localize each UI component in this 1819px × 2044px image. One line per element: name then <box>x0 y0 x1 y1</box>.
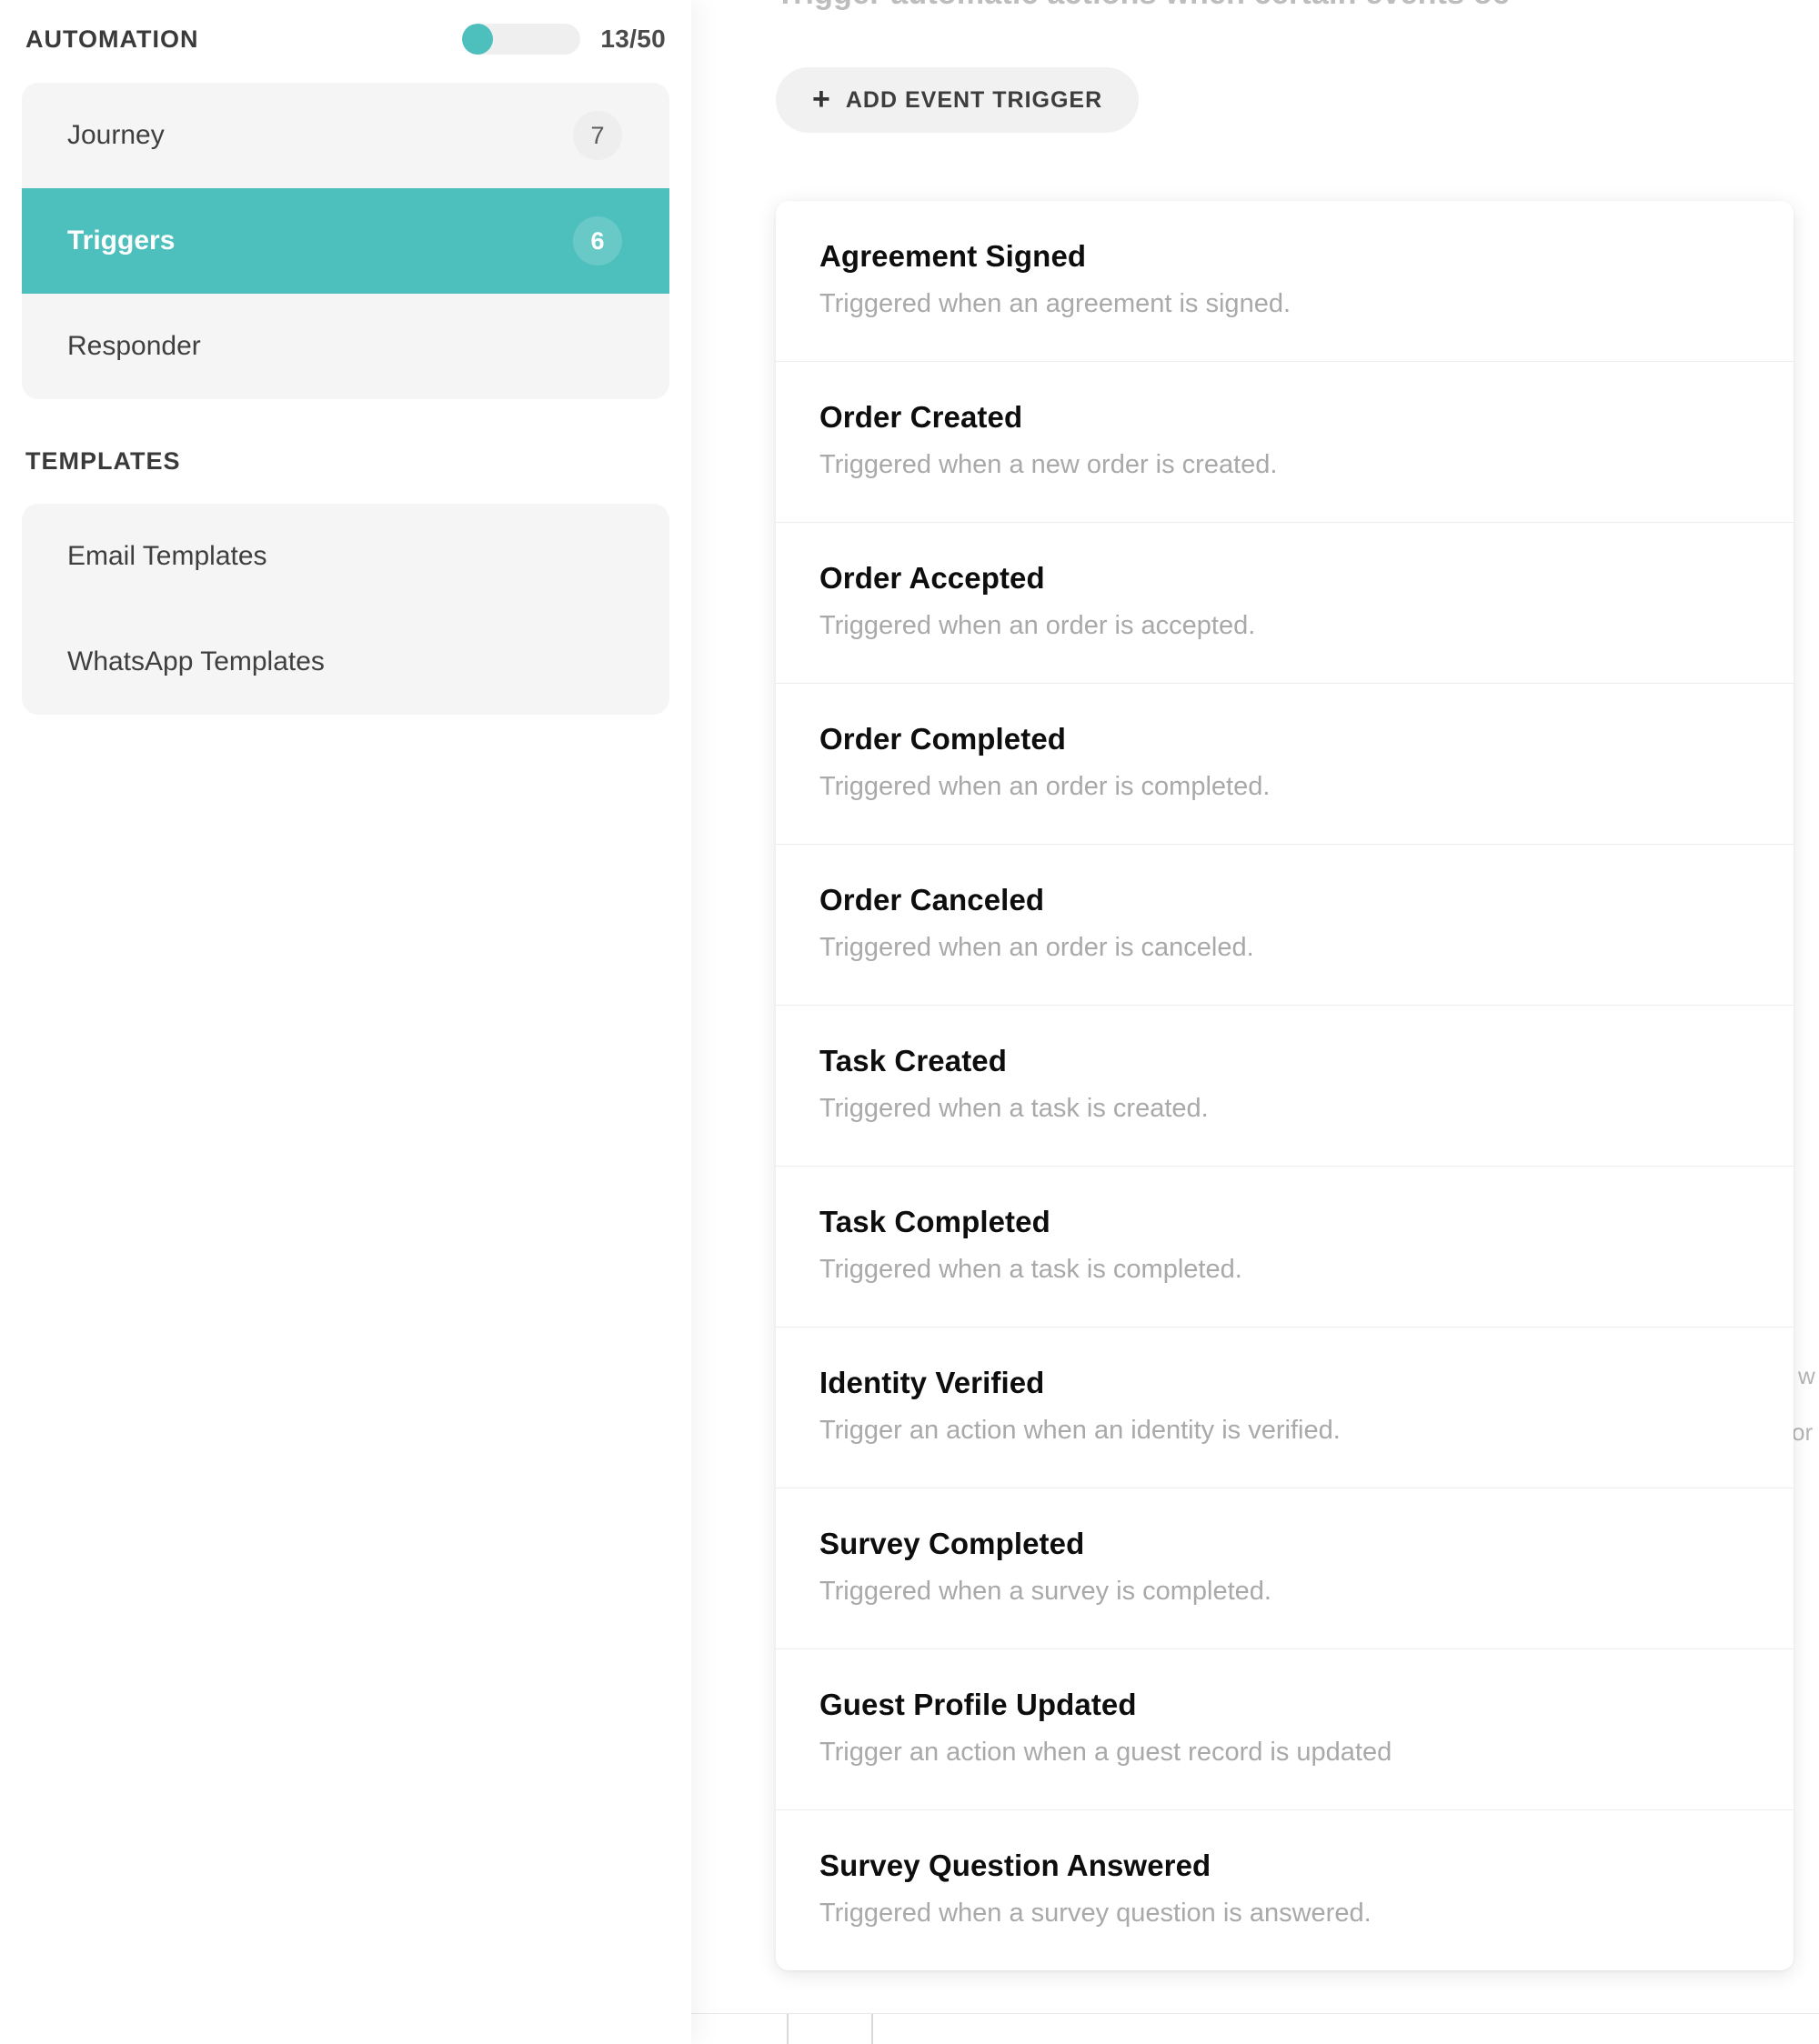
list-item[interactable]: Survey Question Answered Triggered when … <box>776 1810 1794 1970</box>
background-text-fragment-1: w <box>1798 1362 1815 1389</box>
quota-progress-fill <box>462 24 494 55</box>
sidebar-item-label: Responder <box>67 331 201 361</box>
sidebar-item-email-templates[interactable]: Email Templates <box>22 504 669 609</box>
sidebar-item-responder[interactable]: Responder <box>22 294 669 399</box>
app-screen: Trigger automatic actions when certain e… <box>0 0 1819 2044</box>
automation-quota: 13/50 <box>462 24 666 55</box>
trigger-option-description: Triggered when a task is completed. <box>819 1255 1242 1284</box>
background-text-fragment-2: or <box>1792 1418 1814 1446</box>
background-vertical-line-2 <box>871 2014 873 2044</box>
automation-nav-card: Journey 7 Triggers 6 Responder <box>22 83 669 399</box>
trigger-option-description: Triggered when a new order is created. <box>819 450 1278 479</box>
sidebar-item-journey[interactable]: Journey 7 <box>22 83 669 188</box>
list-item[interactable]: Task Created Triggered when a task is cr… <box>776 1006 1794 1167</box>
page-heading: Trigger automatic actions when certain e… <box>776 0 1510 12</box>
sidebar: AUTOMATION 13/50 Journey 7 Triggers 6 Re… <box>0 0 691 2044</box>
quota-progress-bar <box>462 24 581 55</box>
trigger-option-description: Triggered when an order is completed. <box>819 772 1271 801</box>
list-item[interactable]: Order Created Triggered when a new order… <box>776 362 1794 523</box>
list-item[interactable]: Guest Profile Updated Trigger an action … <box>776 1649 1794 1810</box>
list-item[interactable]: Survey Completed Triggered when a survey… <box>776 1488 1794 1649</box>
list-item[interactable]: Order Completed Triggered when an order … <box>776 684 1794 845</box>
trigger-option-title: Survey Question Answered <box>819 1849 1211 1882</box>
list-item[interactable]: Order Accepted Triggered when an order i… <box>776 523 1794 684</box>
list-item[interactable]: Order Canceled Triggered when an order i… <box>776 845 1794 1006</box>
trigger-option-title: Identity Verified <box>819 1366 1045 1399</box>
sidebar-item-label: Email Templates <box>67 541 267 571</box>
templates-section-header: TEMPLATES <box>22 399 669 499</box>
automation-section-header: AUTOMATION 13/50 <box>22 0 669 78</box>
sidebar-item-triggers[interactable]: Triggers 6 <box>22 188 669 294</box>
add-event-trigger-button[interactable]: + ADD EVENT TRIGGER <box>776 67 1140 133</box>
list-item[interactable]: Identity Verified Trigger an action when… <box>776 1328 1794 1488</box>
trigger-option-title: Survey Completed <box>819 1527 1085 1560</box>
quota-label: 13/50 <box>600 25 666 53</box>
trigger-option-title: Task Created <box>819 1044 1008 1077</box>
status-badge: 6 <box>573 216 622 266</box>
automation-section-title: AUTOMATION <box>25 25 199 53</box>
trigger-option-title: Agreement Signed <box>819 239 1087 273</box>
templates-section-title: TEMPLATES <box>25 447 181 475</box>
sidebar-item-label: Journey <box>67 120 165 150</box>
event-trigger-dropdown[interactable]: Agreement Signed Triggered when an agree… <box>776 201 1794 1970</box>
sidebar-item-label: Triggers <box>67 225 176 256</box>
trigger-option-description: Triggered when a task is created. <box>819 1094 1209 1123</box>
trigger-option-title: Order Accepted <box>819 561 1045 595</box>
add-event-trigger-label: ADD EVENT TRIGGER <box>845 86 1103 113</box>
trigger-option-title: Order Canceled <box>819 883 1045 917</box>
sidebar-item-label: WhatsApp Templates <box>67 646 325 676</box>
trigger-option-title: Guest Profile Updated <box>819 1688 1137 1721</box>
background-vertical-line-1 <box>787 2014 789 2044</box>
templates-nav-card: Email Templates WhatsApp Templates <box>22 504 669 715</box>
trigger-option-description: Triggered when an order is accepted. <box>819 611 1256 640</box>
trigger-option-description: Trigger an action when a guest record is… <box>819 1738 1392 1767</box>
background-divider <box>691 2013 1819 2014</box>
trigger-option-title: Order Created <box>819 400 1023 434</box>
trigger-option-description: Triggered when a survey question is answ… <box>819 1899 1372 1928</box>
status-badge: 7 <box>573 111 622 160</box>
plus-icon: + <box>812 82 831 116</box>
sidebar-item-whatsapp-templates[interactable]: WhatsApp Templates <box>22 609 669 715</box>
list-item[interactable]: Task Completed Triggered when a task is … <box>776 1167 1794 1328</box>
trigger-option-description: Triggered when a survey is completed. <box>819 1577 1271 1606</box>
trigger-option-description: Triggered when an agreement is signed. <box>819 289 1291 318</box>
list-item[interactable]: Agreement Signed Triggered when an agree… <box>776 201 1794 362</box>
trigger-option-description: Triggered when an order is canceled. <box>819 933 1254 962</box>
trigger-option-title: Order Completed <box>819 722 1067 756</box>
trigger-option-description: Trigger an action when an identity is ve… <box>819 1416 1341 1445</box>
trigger-option-title: Task Completed <box>819 1205 1050 1238</box>
